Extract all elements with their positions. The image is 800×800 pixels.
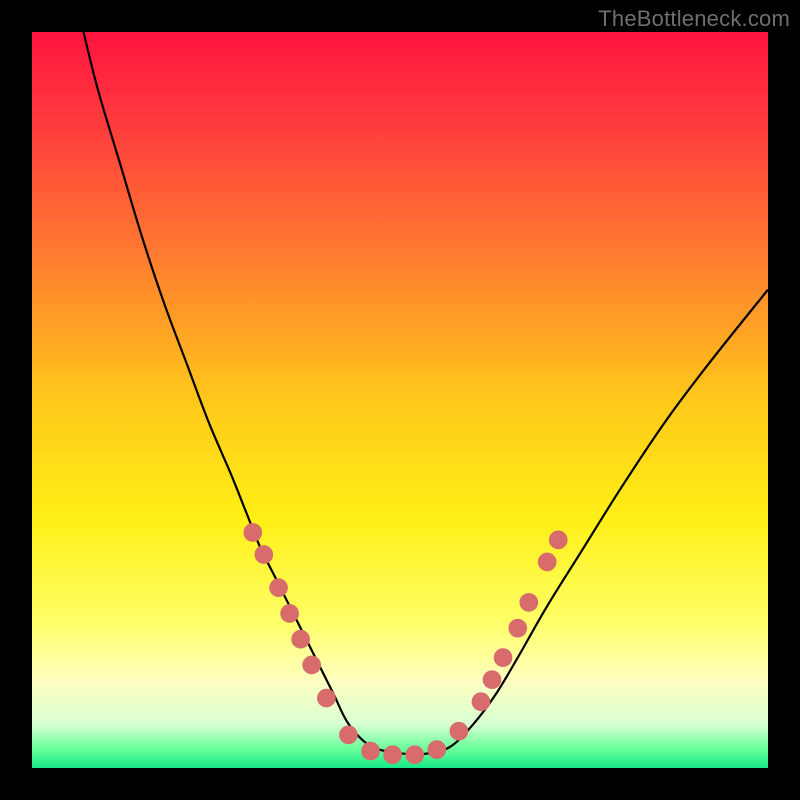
watermark-text: TheBottleneck.com [598, 6, 790, 32]
gradient-background [32, 32, 768, 768]
highlight-dot [384, 746, 402, 764]
highlight-dot [483, 671, 501, 689]
highlight-dot [450, 722, 468, 740]
highlight-dot [549, 531, 567, 549]
highlight-dot [292, 630, 310, 648]
highlight-dot [255, 546, 273, 564]
highlight-dot [520, 594, 538, 612]
highlight-dot [538, 553, 556, 571]
highlight-dot [281, 605, 299, 623]
bottleneck-chart-svg [0, 0, 800, 800]
highlight-dot [362, 742, 380, 760]
highlight-dot [318, 689, 336, 707]
highlight-dot [340, 726, 358, 744]
highlight-dot [509, 619, 527, 637]
highlight-dot [303, 656, 321, 674]
highlight-dot [428, 741, 446, 759]
highlight-dot [472, 693, 490, 711]
highlight-dot [406, 746, 424, 764]
chart-root: TheBottleneck.com [0, 0, 800, 800]
highlight-dot [270, 579, 288, 597]
highlight-dot [494, 649, 512, 667]
highlight-dot [244, 524, 262, 542]
